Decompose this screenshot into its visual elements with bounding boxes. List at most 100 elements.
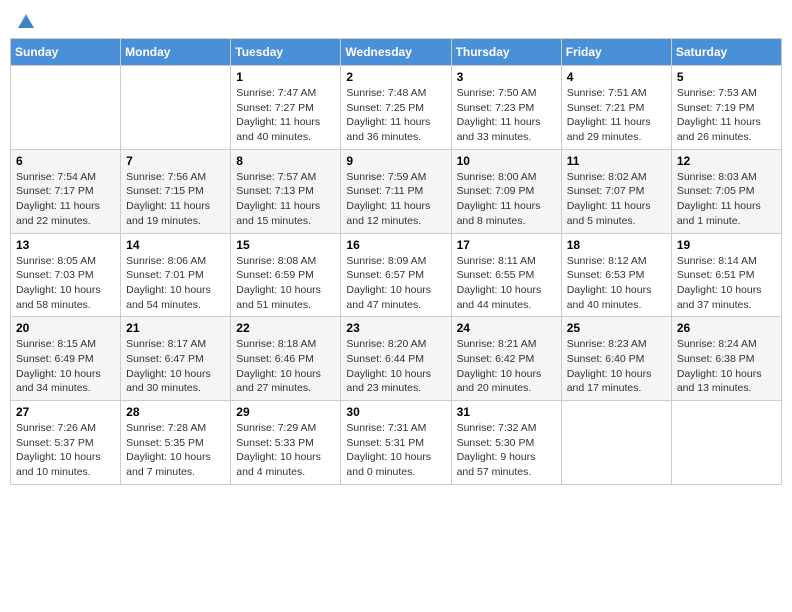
- calendar-header: SundayMondayTuesdayWednesdayThursdayFrid…: [11, 39, 782, 66]
- calendar-cell: [561, 401, 671, 485]
- day-info: Sunrise: 8:09 AM Sunset: 6:57 PM Dayligh…: [346, 254, 445, 313]
- day-info: Sunrise: 7:26 AM Sunset: 5:37 PM Dayligh…: [16, 421, 115, 480]
- day-info: Sunrise: 7:47 AM Sunset: 7:27 PM Dayligh…: [236, 86, 335, 145]
- calendar-cell: 9 Sunrise: 7:59 AM Sunset: 7:11 PM Daylig…: [341, 149, 451, 233]
- day-number: 6: [16, 154, 115, 168]
- day-number: 21: [126, 321, 225, 335]
- calendar-weekday-header: Sunday: [11, 39, 121, 66]
- day-info: Sunrise: 8:11 AM Sunset: 6:55 PM Dayligh…: [457, 254, 556, 313]
- day-info: Sunrise: 7:31 AM Sunset: 5:31 PM Dayligh…: [346, 421, 445, 480]
- day-number: 26: [677, 321, 776, 335]
- day-number: 14: [126, 238, 225, 252]
- day-number: 10: [457, 154, 556, 168]
- day-info: Sunrise: 8:20 AM Sunset: 6:44 PM Dayligh…: [346, 337, 445, 396]
- calendar-weekday-header: Friday: [561, 39, 671, 66]
- day-info: Sunrise: 8:18 AM Sunset: 6:46 PM Dayligh…: [236, 337, 335, 396]
- day-number: 5: [677, 70, 776, 84]
- calendar-cell: 25 Sunrise: 8:23 AM Sunset: 6:40 PM Dayli…: [561, 317, 671, 401]
- day-info: Sunrise: 8:06 AM Sunset: 7:01 PM Dayligh…: [126, 254, 225, 313]
- calendar-cell: 7 Sunrise: 7:56 AM Sunset: 7:15 PM Daylig…: [121, 149, 231, 233]
- calendar-week-row: 1 Sunrise: 7:47 AM Sunset: 7:27 PM Daylig…: [11, 66, 782, 150]
- calendar-cell: 31Sunrise: 7:32 AM Sunset: 5:30 PM Dayli…: [451, 401, 561, 485]
- calendar-cell: 29 Sunrise: 7:29 AM Sunset: 5:33 PM Dayli…: [231, 401, 341, 485]
- day-number: 18: [567, 238, 666, 252]
- calendar-cell: [671, 401, 781, 485]
- day-number: 22: [236, 321, 335, 335]
- day-number: 28: [126, 405, 225, 419]
- calendar-cell: 21Sunrise: 8:17 AM Sunset: 6:47 PM Dayli…: [121, 317, 231, 401]
- calendar-week-row: 6Sunrise: 7:54 AM Sunset: 7:17 PM Daylig…: [11, 149, 782, 233]
- logo: [14, 10, 36, 30]
- calendar-cell: 8 Sunrise: 7:57 AM Sunset: 7:13 PM Daylig…: [231, 149, 341, 233]
- day-info: Sunrise: 7:53 AM Sunset: 7:19 PM Dayligh…: [677, 86, 776, 145]
- day-number: 23: [346, 321, 445, 335]
- day-number: 16: [346, 238, 445, 252]
- day-info: Sunrise: 8:02 AM Sunset: 7:07 PM Dayligh…: [567, 170, 666, 229]
- calendar-cell: 13 Sunrise: 8:05 AM Sunset: 7:03 PM Dayli…: [11, 233, 121, 317]
- calendar-cell: 16 Sunrise: 8:09 AM Sunset: 6:57 PM Dayli…: [341, 233, 451, 317]
- calendar-body: 1 Sunrise: 7:47 AM Sunset: 7:27 PM Daylig…: [11, 66, 782, 485]
- logo-icon: [16, 10, 36, 30]
- calendar-cell: [121, 66, 231, 150]
- day-info: Sunrise: 7:29 AM Sunset: 5:33 PM Dayligh…: [236, 421, 335, 480]
- day-number: 1: [236, 70, 335, 84]
- calendar-cell: 5 Sunrise: 7:53 AM Sunset: 7:19 PM Daylig…: [671, 66, 781, 150]
- day-info: Sunrise: 8:21 AM Sunset: 6:42 PM Dayligh…: [457, 337, 556, 396]
- day-number: 24: [457, 321, 556, 335]
- day-info: Sunrise: 8:00 AM Sunset: 7:09 PM Dayligh…: [457, 170, 556, 229]
- day-number: 13: [16, 238, 115, 252]
- day-info: Sunrise: 8:12 AM Sunset: 6:53 PM Dayligh…: [567, 254, 666, 313]
- day-number: 29: [236, 405, 335, 419]
- page-header: [10, 10, 782, 30]
- calendar-cell: 10 Sunrise: 8:00 AM Sunset: 7:09 PM Dayli…: [451, 149, 561, 233]
- day-number: 27: [16, 405, 115, 419]
- calendar-weekday-header: Wednesday: [341, 39, 451, 66]
- day-number: 12: [677, 154, 776, 168]
- day-info: Sunrise: 7:59 AM Sunset: 7:11 PM Dayligh…: [346, 170, 445, 229]
- calendar-cell: 27 Sunrise: 7:26 AM Sunset: 5:37 PM Dayli…: [11, 401, 121, 485]
- calendar-cell: 4 Sunrise: 7:51 AM Sunset: 7:21 PM Daylig…: [561, 66, 671, 150]
- calendar-cell: 22 Sunrise: 8:18 AM Sunset: 6:46 PM Dayli…: [231, 317, 341, 401]
- day-number: 17: [457, 238, 556, 252]
- calendar-weekday-header: Saturday: [671, 39, 781, 66]
- day-number: 4: [567, 70, 666, 84]
- day-info: Sunrise: 7:57 AM Sunset: 7:13 PM Dayligh…: [236, 170, 335, 229]
- day-info: Sunrise: 8:05 AM Sunset: 7:03 PM Dayligh…: [16, 254, 115, 313]
- day-number: 7: [126, 154, 225, 168]
- calendar-cell: 20Sunrise: 8:15 AM Sunset: 6:49 PM Dayli…: [11, 317, 121, 401]
- calendar-cell: 18 Sunrise: 8:12 AM Sunset: 6:53 PM Dayli…: [561, 233, 671, 317]
- day-number: 11: [567, 154, 666, 168]
- day-number: 30: [346, 405, 445, 419]
- calendar-week-row: 27 Sunrise: 7:26 AM Sunset: 5:37 PM Dayli…: [11, 401, 782, 485]
- calendar-cell: 6Sunrise: 7:54 AM Sunset: 7:17 PM Daylig…: [11, 149, 121, 233]
- day-info: Sunrise: 8:23 AM Sunset: 6:40 PM Dayligh…: [567, 337, 666, 396]
- calendar-table: SundayMondayTuesdayWednesdayThursdayFrid…: [10, 38, 782, 485]
- day-number: 25: [567, 321, 666, 335]
- calendar-cell: 28 Sunrise: 7:28 AM Sunset: 5:35 PM Dayli…: [121, 401, 231, 485]
- day-number: 2: [346, 70, 445, 84]
- day-number: 20: [16, 321, 115, 335]
- day-number: 19: [677, 238, 776, 252]
- calendar-cell: 15 Sunrise: 8:08 AM Sunset: 6:59 PM Dayli…: [231, 233, 341, 317]
- day-info: Sunrise: 7:48 AM Sunset: 7:25 PM Dayligh…: [346, 86, 445, 145]
- day-number: 8: [236, 154, 335, 168]
- calendar-cell: 11 Sunrise: 8:02 AM Sunset: 7:07 PM Dayli…: [561, 149, 671, 233]
- calendar-cell: 12 Sunrise: 8:03 AM Sunset: 7:05 PM Dayli…: [671, 149, 781, 233]
- calendar-week-row: 20Sunrise: 8:15 AM Sunset: 6:49 PM Dayli…: [11, 317, 782, 401]
- day-number: 3: [457, 70, 556, 84]
- calendar-cell: 17 Sunrise: 8:11 AM Sunset: 6:55 PM Dayli…: [451, 233, 561, 317]
- day-info: Sunrise: 7:28 AM Sunset: 5:35 PM Dayligh…: [126, 421, 225, 480]
- day-info: Sunrise: 7:56 AM Sunset: 7:15 PM Dayligh…: [126, 170, 225, 229]
- day-number: 9: [346, 154, 445, 168]
- day-info: Sunrise: 8:08 AM Sunset: 6:59 PM Dayligh…: [236, 254, 335, 313]
- calendar-cell: 14 Sunrise: 8:06 AM Sunset: 7:01 PM Dayli…: [121, 233, 231, 317]
- day-number: 15: [236, 238, 335, 252]
- day-info: Sunrise: 7:51 AM Sunset: 7:21 PM Dayligh…: [567, 86, 666, 145]
- calendar-cell: 24 Sunrise: 8:21 AM Sunset: 6:42 PM Dayli…: [451, 317, 561, 401]
- day-number: 31: [457, 405, 556, 419]
- calendar-weekday-header: Monday: [121, 39, 231, 66]
- calendar-cell: [11, 66, 121, 150]
- day-info: Sunrise: 8:03 AM Sunset: 7:05 PM Dayligh…: [677, 170, 776, 229]
- calendar-cell: 30 Sunrise: 7:31 AM Sunset: 5:31 PM Dayli…: [341, 401, 451, 485]
- calendar-cell: 26Sunrise: 8:24 AM Sunset: 6:38 PM Dayli…: [671, 317, 781, 401]
